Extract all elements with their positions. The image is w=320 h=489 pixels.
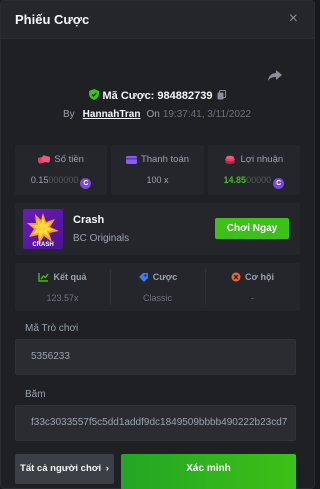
bet-slip-modal: Phiếu Cược × Mã Cược: 984882739 By Hannah… (0, 0, 315, 489)
bet-results: Kết quả 123.57x Cược Classic Cơ hội - (15, 263, 300, 311)
verify-button[interactable]: Xác minh (121, 454, 296, 489)
result-outcome-value: 123.57x (46, 293, 79, 303)
result-icon (38, 273, 50, 282)
result-chance-label: Cơ hội (245, 272, 274, 282)
bet-meta: By HannahTran On 19:37:41, 3/11/2022 (63, 109, 251, 120)
stat-profit-label: Lợi nhuận (240, 154, 284, 165)
user-link[interactable]: HannahTran (83, 109, 141, 120)
by-label: By (63, 109, 75, 120)
result-outcome: Kết quả 123.57x (15, 263, 110, 311)
chance-icon (231, 272, 241, 282)
modal-header: Phiếu Cược × (1, 1, 314, 39)
hash-label: Băm (25, 389, 46, 400)
game-card: CRASH Crash BC Originals Chơi Ngay (15, 203, 300, 255)
stat-profit: Lợi nhuận 14.8500000 C (207, 145, 300, 195)
all-players-label: Tất cả người chơi (20, 463, 102, 474)
crash-thumbnail-art: CRASH (27, 213, 59, 248)
stat-amount: Số tiền 0.15000000 C (15, 145, 108, 195)
close-icon[interactable]: × (289, 10, 298, 28)
result-chance: Cơ hội - (205, 263, 300, 311)
modal-title: Phiếu Cược (15, 12, 90, 27)
game-id-label: Mã Trò chơi (25, 323, 79, 334)
card-icon (125, 156, 137, 164)
share-icon[interactable] (267, 67, 283, 83)
bet-id-value: 984882739 (157, 90, 213, 102)
bet-id-line: Mã Cược: 984882739 (1, 89, 314, 102)
game-id-field[interactable]: 5356233 (15, 339, 296, 375)
bet-stats: Số tiền 0.15000000 C Thanh toán 100 x Lợi… (15, 145, 300, 195)
bet-icon (138, 273, 148, 282)
stat-profit-decimals: 00000 (246, 175, 272, 185)
copy-icon[interactable] (217, 90, 227, 100)
game-thumbnail[interactable]: CRASH (23, 209, 63, 249)
result-bet-label: Cược (152, 272, 178, 282)
on-label: On (146, 109, 160, 120)
all-players-button[interactable]: Tất cả người chơi › (15, 454, 114, 484)
chevron-right-icon: › (105, 463, 109, 474)
stat-profit-value: 14.85 (223, 175, 247, 185)
result-outcome-label: Kết quả (53, 272, 87, 282)
game-thumbnail-text: CRASH (32, 242, 53, 248)
hash-field[interactable]: f33c3033557f5c5dd1addf9dc1849509bbbb4902… (15, 405, 296, 441)
result-bet-value: Classic (142, 293, 172, 303)
play-now-button[interactable]: Chơi Ngay (215, 218, 289, 239)
stat-payout: Thanh toán 100 x (111, 145, 204, 195)
stat-amount-decimals: 000000 (48, 175, 79, 185)
money-icon (38, 155, 51, 164)
profit-icon (225, 155, 236, 164)
coin-icon: C (273, 178, 285, 189)
result-chance-value: - (251, 293, 254, 303)
coin-icon: C (80, 178, 92, 189)
result-bet: Cược Classic (110, 263, 205, 311)
bet-time: 19:37:41, 3/11/2022 (162, 109, 252, 120)
bet-id-label: Mã Cược: (102, 90, 155, 102)
stat-amount-value: 0.15 (30, 175, 49, 185)
game-provider: BC Originals (73, 233, 130, 244)
stat-payout-value: 100 x (146, 175, 169, 185)
shield-icon (88, 89, 99, 100)
stat-amount-label: Số tiền (54, 154, 84, 165)
stat-payout-label: Thanh toán (140, 154, 190, 165)
game-name[interactable]: Crash (73, 214, 104, 226)
